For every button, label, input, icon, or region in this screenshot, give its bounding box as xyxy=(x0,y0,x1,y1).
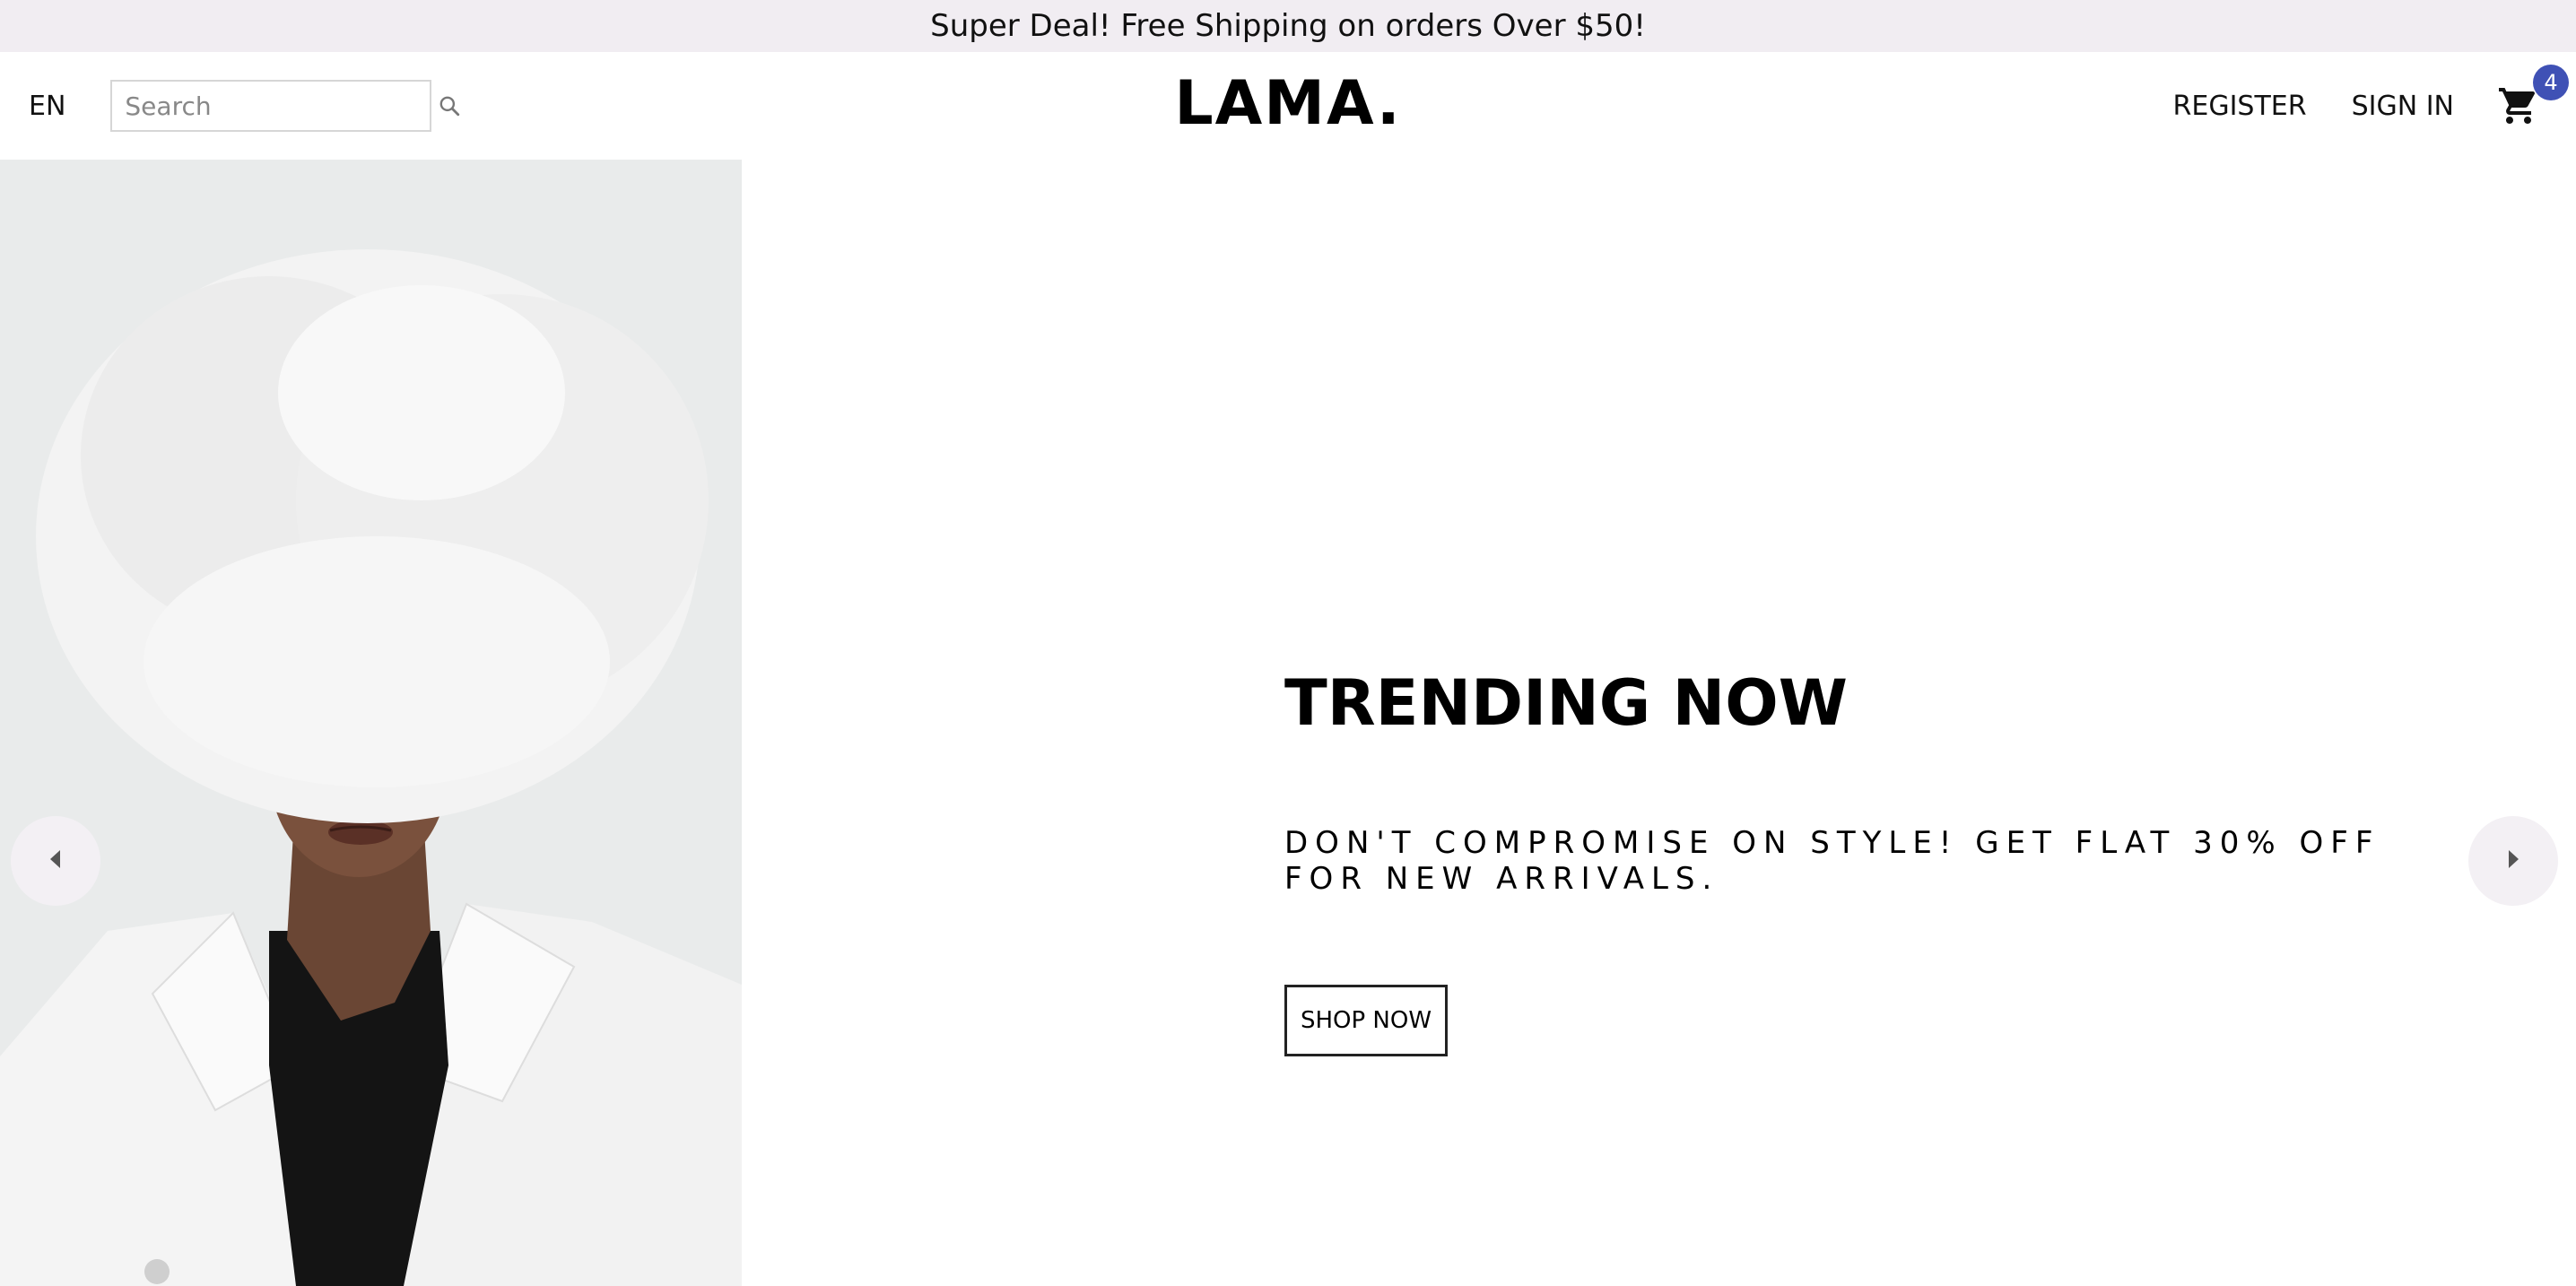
slider-prev-button[interactable] xyxy=(11,816,100,906)
search-icon[interactable] xyxy=(438,92,461,119)
search-input[interactable] xyxy=(125,91,439,121)
navbar-right: REGISTER SIGN IN 4 xyxy=(2128,65,2576,127)
hero-image xyxy=(0,160,742,1286)
slider-next-button[interactable] xyxy=(2468,816,2558,906)
shop-now-button[interactable]: SHOP NOW xyxy=(1284,985,1448,1056)
hero-description: DON'T COMPROMISE ON STYLE! GET FLAT 30% … xyxy=(1284,825,2380,897)
arrow-right-icon xyxy=(2503,847,2523,874)
search-container xyxy=(110,80,460,132)
arrow-left-icon xyxy=(46,847,65,874)
hero-title: TRENDING NOW xyxy=(1284,666,1848,740)
sign-in-link[interactable]: SIGN IN xyxy=(2352,91,2454,122)
cart-badge: 4 xyxy=(2533,65,2569,100)
announcement-bar: Super Deal! Free Shipping on orders Over… xyxy=(0,0,2576,52)
navbar-left: EN xyxy=(0,80,807,132)
shopping-cart-icon xyxy=(2497,88,2540,131)
logo[interactable]: LAMA. xyxy=(1174,68,1401,139)
hero-slider: TRENDING NOW DON'T COMPROMISE ON STYLE! … xyxy=(0,160,2576,1286)
language-selector[interactable]: EN xyxy=(29,91,65,122)
hero-info: TRENDING NOW DON'T COMPROMISE ON STYLE! … xyxy=(1284,160,2450,1286)
cart-button[interactable]: 4 xyxy=(2497,65,2569,127)
navbar: EN LAMA. REGISTER SIGN IN 4 xyxy=(0,52,2576,160)
announcement-text: Super Deal! Free Shipping on orders Over… xyxy=(930,8,1646,44)
register-link[interactable]: REGISTER xyxy=(2173,91,2307,122)
